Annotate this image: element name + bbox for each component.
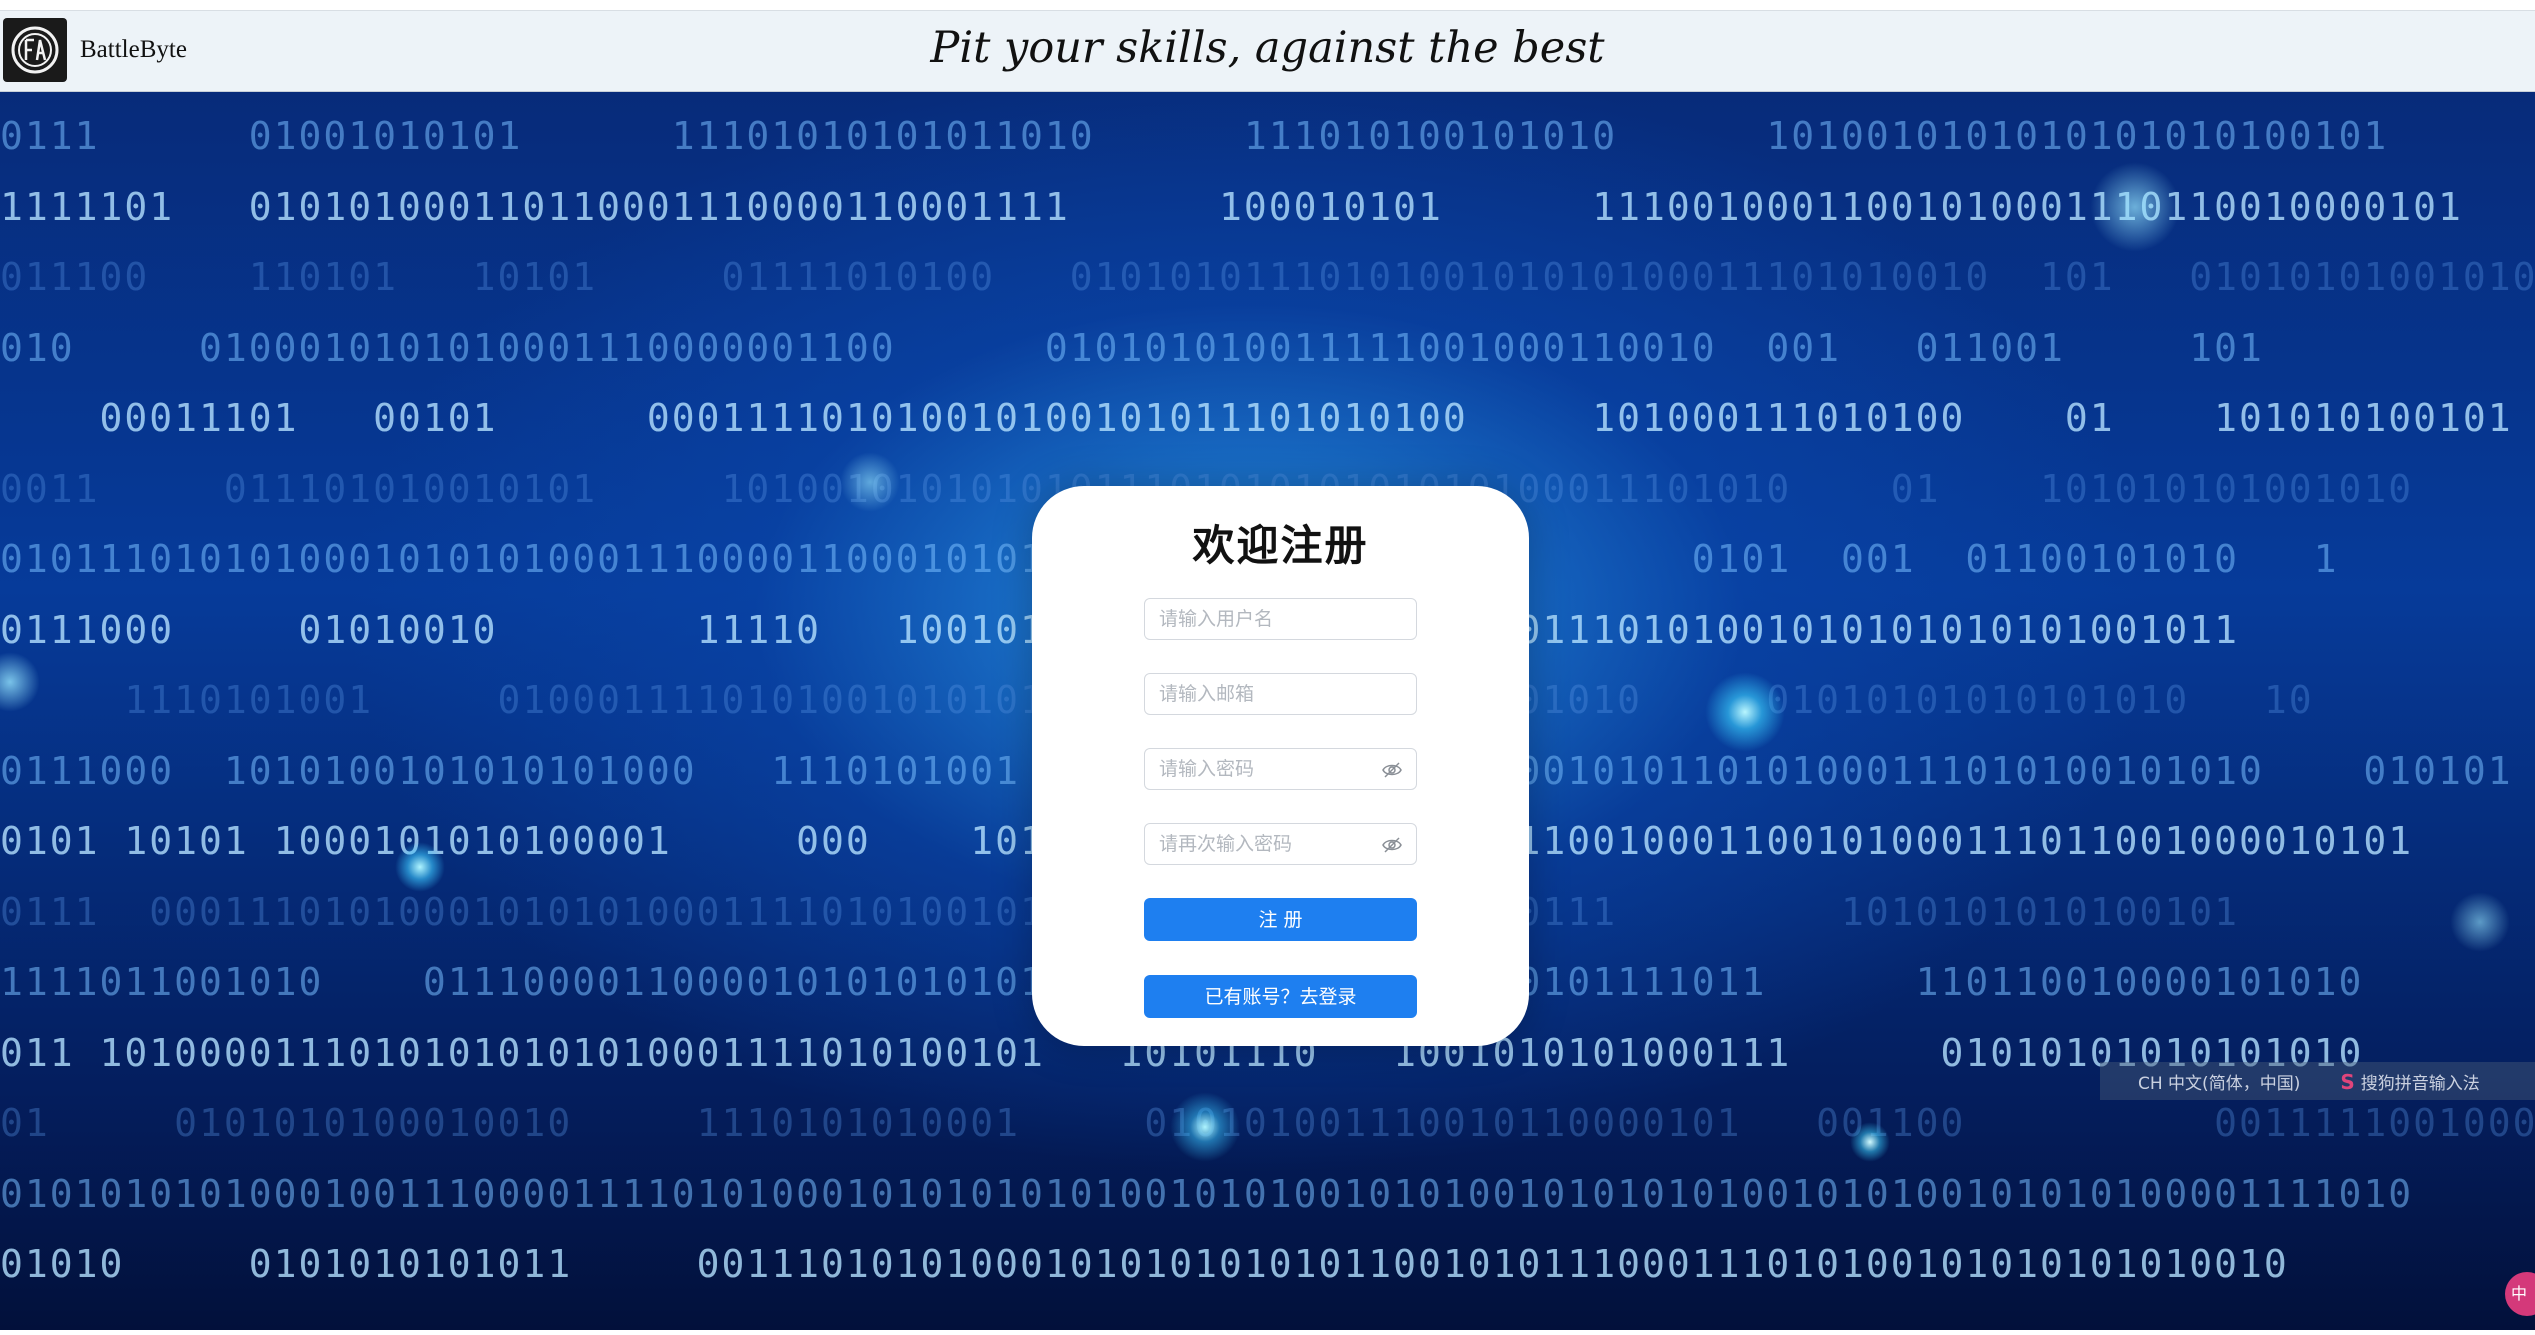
email-input[interactable]: [1145, 674, 1416, 714]
binary-row: 011100 110101 10101 01111010100 01010101…: [0, 255, 2535, 299]
ime-language-bar[interactable]: CH 中文(简体，中国) S 搜狗拼音输入法: [2100, 1062, 2535, 1100]
ime-app[interactable]: S 搜狗拼音输入法: [2340, 1069, 2479, 1094]
register-card: 欢迎注册 注 册 已有账号？去登录: [1032, 486, 1529, 1046]
username-field[interactable]: [1144, 598, 1417, 640]
register-button[interactable]: 注 册: [1144, 898, 1417, 941]
ime-language-label[interactable]: CH 中文(简体，中国): [2138, 1069, 2300, 1094]
eye-off-icon[interactable]: [1382, 836, 1402, 854]
register-title: 欢迎注册: [1192, 521, 1369, 570]
eye-off-icon[interactable]: [1382, 761, 1402, 779]
confirm-password-input[interactable]: [1145, 824, 1416, 864]
top-header-bar: BattleByte Pit your skills, against the …: [0, 10, 2535, 92]
username-input[interactable]: [1145, 599, 1416, 639]
binary-row: 01010 0101010101011 00111010101000101010…: [0, 1242, 2289, 1286]
password-field[interactable]: [1144, 748, 1417, 790]
binary-row: 1111101 01010100011011000111000011000111…: [0, 184, 2463, 229]
binary-row: 0111 01001010101 11101010101011010 11101…: [0, 114, 2389, 158]
binary-row: 01 0101010100010010 1110101010001 010101…: [0, 1101, 2535, 1145]
go-login-button[interactable]: 已有账号？去登录: [1144, 975, 1417, 1018]
binary-row: 0101010101000100111000011110101000101010…: [0, 1171, 2414, 1216]
sogou-icon: S: [2340, 1069, 2355, 1094]
ime-app-label: 搜狗拼音输入法: [2360, 1073, 2480, 1094]
binary-row: 00011101 00101 0001111010100101001010111…: [0, 396, 2513, 440]
password-input[interactable]: [1145, 749, 1416, 789]
confirm-password-field[interactable]: [1144, 823, 1417, 865]
page-tagline: Pit your skills, against the best: [930, 23, 1605, 73]
binary-row: 010 0100010101010001110000001100 0101010…: [0, 325, 2264, 370]
email-field[interactable]: [1144, 673, 1417, 715]
bottom-strip: [0, 1330, 2535, 1335]
